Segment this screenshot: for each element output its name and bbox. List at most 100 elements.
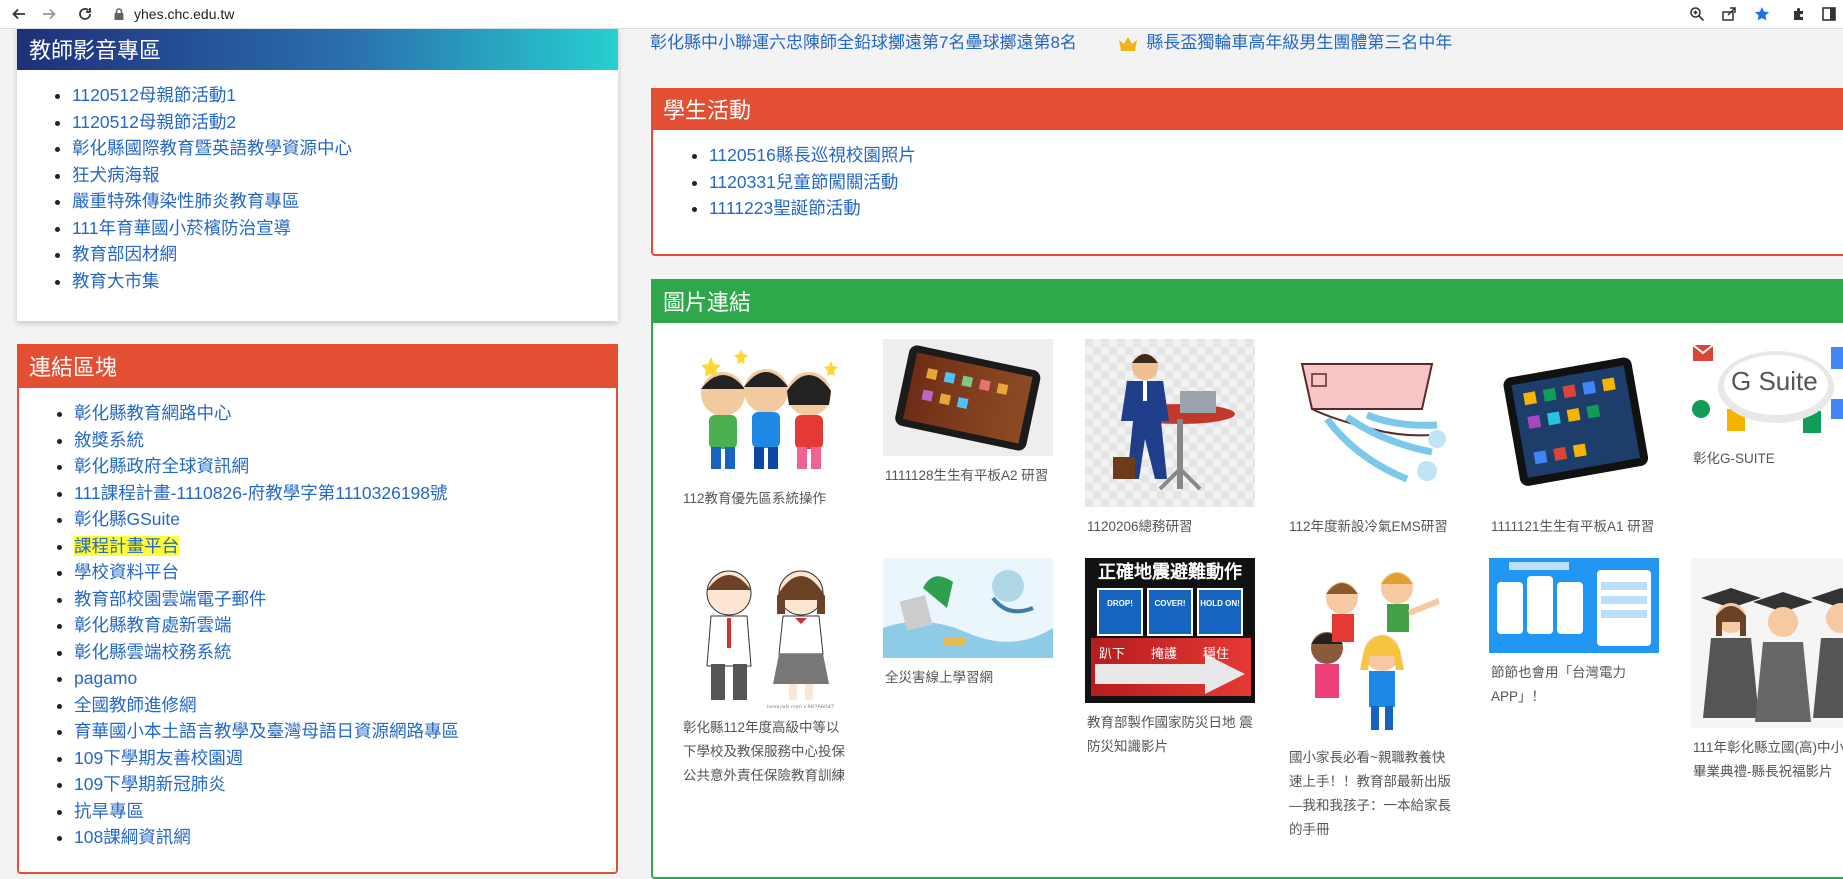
image-link-card[interactable]: 1120206總務研習 <box>1085 339 1255 539</box>
list-link[interactable]: 1120331兒童節闖關活動 <box>709 172 898 192</box>
poster-title: 正確地震避難動作 <box>1098 562 1242 582</box>
list-link[interactable]: 彰化縣雲端校務系統 <box>74 642 232 662</box>
panel-title: 圖片連結 <box>651 279 1843 323</box>
forward-icon[interactable] <box>38 3 60 25</box>
image-link-card[interactable]: 111年彰化縣立國(高)中小學畢業典禮-縣長祝福影片 <box>1691 558 1843 784</box>
list-item: pagamo <box>74 665 616 692</box>
link-list: 彰化縣教育網路中心 敘獎系統 彰化縣政府全球資訊網 111課程計畫-111082… <box>19 388 616 851</box>
list-link[interactable]: pagamo <box>74 668 137 688</box>
list-item: 109下學期友善校園週 <box>74 745 616 772</box>
gsuite-logo-image: G Suite <box>1691 339 1843 439</box>
list-link[interactable]: 彰化縣國際教育暨英語教學資源中心 <box>72 138 352 158</box>
list-link[interactable]: 教育部校園雲端電子郵件 <box>74 589 267 609</box>
image-watermark: jyoquix8.com • 88266047 <box>767 705 835 708</box>
sidepanel-icon[interactable] <box>1818 3 1840 25</box>
card-caption: 1111128生生有平板A2 研習 <box>885 468 1049 483</box>
link-list: 1120512母親節活動1 1120512母親節活動2 彰化縣國際教育暨英語教學… <box>17 70 618 294</box>
image-link-card[interactable]: G Suite 彰化G-SUITE <box>1691 339 1843 471</box>
image-link-card[interactable]: 節節也會用「台灣電力APP」！ <box>1489 558 1659 709</box>
url-text: yhes.chc.edu.tw <box>134 6 235 22</box>
list-link[interactable]: 108課綱資訊網 <box>74 827 191 847</box>
bookmark-star-icon[interactable] <box>1751 3 1773 25</box>
list-item: 教育部校園雲端電子郵件 <box>74 586 616 613</box>
poster-label: 穩住 <box>1203 646 1230 661</box>
list-item: 學校資料平台 <box>74 559 616 586</box>
card-caption: 112教育優先區系統操作 <box>683 491 827 506</box>
list-link[interactable]: 彰化縣政府全球資訊網 <box>74 456 249 476</box>
list-item: 1120512母親節活動2 <box>72 109 618 136</box>
list-link[interactable]: 抗旱專區 <box>74 801 144 821</box>
marquee-item[interactable]: 彰化縣中小聯運六忠陳師全鉛球擲遠第7名壘球擲遠第8名 <box>650 28 1077 52</box>
image-link-card[interactable]: 112年度新設冷氣EMS研習 <box>1287 339 1457 539</box>
browser-toolbar: yhes.chc.edu.tw <box>0 0 1843 29</box>
list-link[interactable]: 敘獎系統 <box>74 430 144 450</box>
list-link[interactable]: 111課程計畫-1110826-府教學字第1110326198號 <box>74 483 448 503</box>
tablet-image <box>883 339 1053 456</box>
image-link-card[interactable]: 1111128生生有平板A2 研習 <box>883 339 1053 488</box>
image-link-card[interactable]: 全災害線上學習網 <box>883 558 1053 690</box>
list-link[interactable]: 109下學期友善校園週 <box>74 748 243 768</box>
list-link[interactable]: 彰化縣教育處新雲端 <box>74 615 232 635</box>
list-link[interactable]: 教育部因材網 <box>72 244 177 264</box>
panel-title: 學生活動 <box>651 88 1843 130</box>
reload-icon[interactable] <box>74 3 96 25</box>
kids-running-image <box>681 339 851 479</box>
share-icon[interactable] <box>1718 3 1740 25</box>
poster-badge: HOLD ON! <box>1200 599 1240 608</box>
image-link-card[interactable]: 國小家長必看~親職教養快速上手！！教育部最新出版—我和我孩子：一本給家長的手冊 <box>1287 558 1457 842</box>
power-app-image <box>1489 558 1659 653</box>
list-item: 109下學期新冠肺炎 <box>74 771 616 798</box>
list-link[interactable]: 狂犬病海報 <box>72 165 160 185</box>
image-link-card[interactable]: 112教育優先區系統操作 <box>681 339 851 511</box>
list-link[interactable]: 1111223聖誕節活動 <box>709 198 861 218</box>
list-item: 彰化縣GSuite <box>74 506 616 533</box>
black-tablet-image <box>1489 339 1659 507</box>
list-link[interactable]: 育華國小本土語言教學及臺灣母語日資源網路專區 <box>74 721 459 741</box>
list-link[interactable]: 彰化縣GSuite <box>74 509 180 529</box>
card-caption: 彰化G-SUITE <box>1693 451 1775 466</box>
list-link[interactable]: 教育大市集 <box>72 271 160 291</box>
list-link[interactable]: 1120512母親節活動2 <box>72 112 236 132</box>
poster-badge: COVER! <box>1154 599 1186 608</box>
air-conditioner-image <box>1287 339 1457 507</box>
lock-icon <box>114 8 124 20</box>
list-item: 育華國小本土語言教學及臺灣母語日資源網路專區 <box>74 718 616 745</box>
graduates-image <box>1691 558 1843 728</box>
earthquake-poster-image: 正確地震避難動作 DROP! COVER! HOLD ON! 趴下 掩護 穩住 <box>1085 558 1255 703</box>
list-item: 教育部因材網 <box>72 241 618 268</box>
image-link-card[interactable]: 正確地震避難動作 DROP! COVER! HOLD ON! 趴下 掩護 穩住 … <box>1085 558 1255 759</box>
image-link-card[interactable]: jyoquix8.com • 88266047 彰化縣112年度高級中等以下學校… <box>681 558 851 788</box>
list-link[interactable]: 111年育華國小菸檳防治宣導 <box>72 218 291 238</box>
zoom-icon[interactable] <box>1686 3 1708 25</box>
card-caption: 112年度新設冷氣EMS研習 <box>1289 519 1448 534</box>
office-worker-image <box>1085 339 1255 507</box>
card-caption: 1111121生生有平板A1 研習 <box>1491 519 1655 534</box>
card-caption: 全災害線上學習網 <box>885 670 993 685</box>
image-link-card[interactable]: 1111121生生有平板A1 研習 <box>1489 339 1659 539</box>
list-link[interactable]: 1120512母親節活動1 <box>72 85 236 105</box>
list-link[interactable]: 彰化縣教育網路中心 <box>74 403 232 423</box>
poster-badge: DROP! <box>1107 599 1133 608</box>
list-item: 彰化縣教育處新雲端 <box>74 612 616 639</box>
list-link[interactable]: 課程計畫平台 <box>74 535 179 556</box>
list-link[interactable]: 全國教師進修網 <box>74 695 197 715</box>
happy-children-image <box>1287 558 1457 738</box>
image-links-panel: 圖片連結 112教育優先區系統操作 1111128生生有平板A2 研習 1120… <box>651 279 1843 879</box>
list-item: 1120331兒童節闖關活動 <box>709 169 1843 196</box>
list-item: 彰化縣雲端校務系統 <box>74 639 616 666</box>
extensions-icon[interactable] <box>1788 3 1810 25</box>
address-bar[interactable]: yhes.chc.edu.tw <box>112 4 234 24</box>
list-item: 111課程計畫-1110826-府教學字第1110326198號 <box>74 480 616 507</box>
list-link[interactable]: 嚴重特殊傳染性肺炎教育專區 <box>72 191 300 211</box>
list-item: 1120512母親節活動1 <box>72 82 618 109</box>
list-item: 1120516縣長巡視校園照片 <box>709 142 1843 169</box>
back-icon[interactable] <box>8 3 30 25</box>
marquee-item[interactable]: 縣長盃獨輪車高年級男生團體第三名中年 <box>1146 28 1452 52</box>
list-link[interactable]: 1120516縣長巡視校園照片 <box>709 145 916 165</box>
list-link[interactable]: 109下學期新冠肺炎 <box>74 774 226 794</box>
poster-label: 掩護 <box>1151 646 1178 661</box>
list-item: 抗旱專區 <box>74 798 616 825</box>
card-caption: 1120206總務研習 <box>1087 519 1193 534</box>
link-block-panel: 連結區塊 彰化縣教育網路中心 敘獎系統 彰化縣政府全球資訊網 111課程計畫-1… <box>17 344 618 874</box>
list-link[interactable]: 學校資料平台 <box>74 562 179 582</box>
